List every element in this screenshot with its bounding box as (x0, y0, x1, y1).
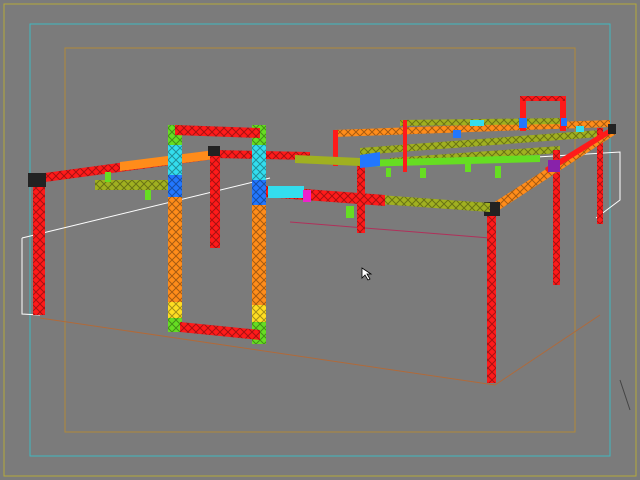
truss-rig-back[interactable] (333, 96, 610, 285)
truss-rig-left[interactable] (28, 146, 360, 315)
safe-frame-title (29, 23, 611, 457)
3d-viewport[interactable] (0, 0, 640, 480)
cursor-arrow-icon (361, 267, 373, 281)
safe-frame-action (64, 47, 576, 433)
safe-frame-outer (3, 3, 637, 477)
